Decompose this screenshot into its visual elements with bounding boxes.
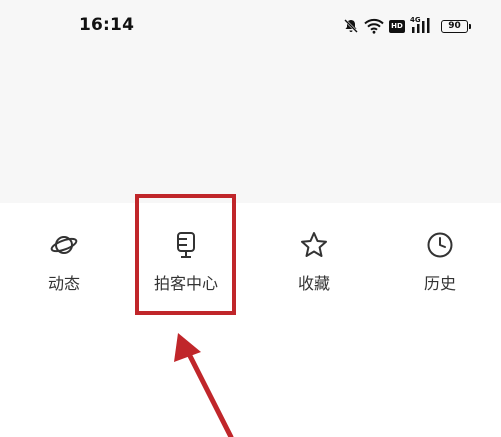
menu-item-history[interactable]: 历史	[395, 226, 485, 306]
menu-label-dynamic: 动态	[47, 274, 80, 293]
hd-icon: HD	[389, 19, 405, 33]
signal-icon: 4G	[410, 17, 432, 35]
battery-level: 90	[448, 20, 461, 31]
screen: 16:14 HD 4G 90 动态 拍客中心 收藏 历史	[0, 0, 501, 437]
star-icon	[299, 230, 329, 260]
wifi-icon	[364, 18, 384, 34]
status-time: 16:14	[79, 15, 135, 35]
menu-label-favorites: 收藏	[297, 274, 330, 293]
menu-item-favorites[interactable]: 收藏	[269, 226, 359, 306]
header-area: 16:14 HD 4G 90	[0, 0, 501, 203]
clock-icon	[425, 230, 455, 260]
menu-label-history: 历史	[423, 274, 456, 293]
menu-item-dynamic[interactable]: 动态	[19, 226, 109, 306]
battery-icon: 90	[441, 19, 471, 33]
planet-icon	[49, 230, 79, 260]
status-icons: HD 4G 90	[343, 14, 471, 38]
highlight-box	[135, 194, 236, 315]
mute-bell-icon	[343, 18, 359, 34]
